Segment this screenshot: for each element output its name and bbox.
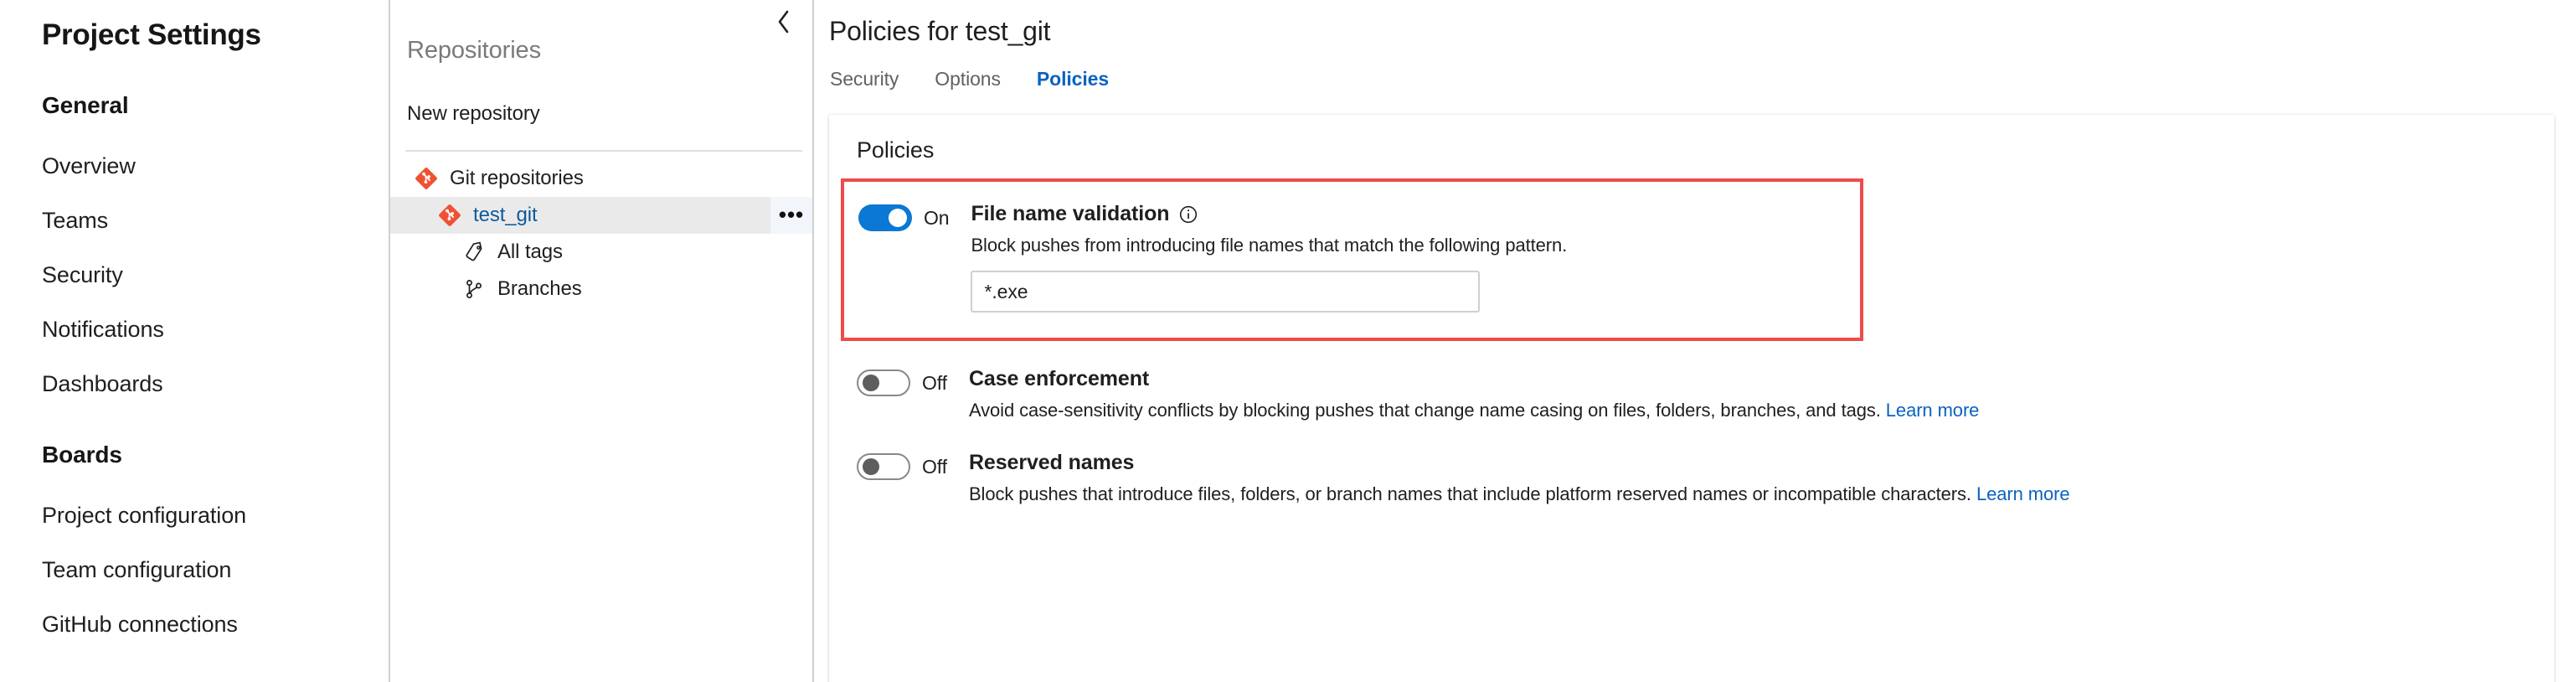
tree-item-all-tags[interactable]: All tags xyxy=(390,234,812,271)
toggle-file-name-validation[interactable] xyxy=(858,204,912,232)
tree-item-branches[interactable]: Branches xyxy=(390,271,812,307)
policy-row-case-enforcement: Off Case enforcement Avoid case-sensitivit… xyxy=(829,341,2554,425)
repositories-panel: Repositories New repository Git reposito… xyxy=(390,0,814,682)
tree-item-label: Git repositories xyxy=(450,167,584,189)
policy-title: Case enforcement xyxy=(968,367,1150,391)
tag-icon xyxy=(461,240,487,265)
policy-body: File name validation Block pushes from in… xyxy=(971,202,1860,313)
sidebar-item-notifications[interactable]: Notifications xyxy=(0,302,389,357)
main-content: Policies for test_git Security Options Pol… xyxy=(814,0,2576,682)
repository-tree: Git repositories test_git ••• All tags Branc… xyxy=(390,160,812,307)
sidebar-item-security[interactable]: Security xyxy=(0,248,389,302)
toggle-knob xyxy=(863,458,879,476)
toggle-wrap: Off xyxy=(857,367,947,397)
sidebar-item-dashboards[interactable]: Dashboards xyxy=(0,357,389,411)
tab-options[interactable]: Options xyxy=(935,68,1001,94)
tab-security[interactable]: Security xyxy=(830,68,899,94)
policy-title-line: Case enforcement xyxy=(969,367,2554,391)
toggle-case-enforcement[interactable] xyxy=(857,369,910,397)
sidebar-item-github-connections[interactable]: GitHub connections xyxy=(0,597,389,652)
policy-title: File name validation xyxy=(971,202,1170,226)
sidebar-item-overview[interactable]: Overview xyxy=(0,139,389,194)
policy-description-text: Avoid case-sensitivity conflicts by bloc… xyxy=(968,400,1881,421)
tree-item-label: All tags xyxy=(497,240,563,263)
policy-description: Block pushes from introducing file names… xyxy=(971,235,1860,256)
chevron-left-icon[interactable] xyxy=(769,8,797,36)
sidebar-item-project-configuration[interactable]: Project configuration xyxy=(0,488,389,543)
more-actions-icon[interactable]: ••• xyxy=(770,197,812,234)
sidebar-item-team-configuration[interactable]: Team configuration xyxy=(0,543,389,597)
policy-body: Reserved names Block pushes that introduc… xyxy=(969,451,2554,505)
toggle-reserved-names[interactable] xyxy=(857,453,910,481)
policy-description: Avoid case-sensitivity conflicts by bloc… xyxy=(969,400,2554,421)
git-repository-icon xyxy=(437,203,462,228)
learn-more-link[interactable]: Learn more xyxy=(1886,400,1980,421)
info-circle-icon[interactable] xyxy=(1177,204,1199,225)
toggle-state-label: Off xyxy=(922,455,947,478)
new-repository-button[interactable]: New repository xyxy=(390,96,812,132)
sidebar-group: Boards Project configuration Team configur… xyxy=(0,442,389,652)
page-title: Project Settings xyxy=(42,18,261,51)
policy-title: Reserved names xyxy=(968,451,1135,475)
toggle-knob xyxy=(889,209,907,228)
policy-row-file-name-validation: On File name validation Block pushes from … xyxy=(841,178,1863,342)
learn-more-link[interactable]: Learn more xyxy=(1976,483,2070,504)
policy-list: On File name validation Block pushes from … xyxy=(829,178,2554,509)
policy-description-text: Block pushes that introduce files, folde… xyxy=(968,483,1971,505)
sidebar-nav: General Overview Teams Security Notification… xyxy=(0,92,389,652)
project-settings-sidebar: Project Settings General Overview Teams Sec… xyxy=(0,0,390,682)
sidebar-group-header-boards: Boards xyxy=(42,442,122,468)
policy-body: Case enforcement Avoid case-sensitivity c… xyxy=(969,367,2554,421)
toggle-state-label: On xyxy=(924,206,950,229)
divider xyxy=(405,150,802,152)
policy-row-reserved-names: Off Reserved names Block pushes that intro… xyxy=(829,425,2554,509)
sidebar-group-header-general: General xyxy=(42,92,129,119)
policies-card: Policies On File name validation Block pus… xyxy=(829,115,2554,682)
toggle-state-label: Off xyxy=(922,371,947,394)
tree-item-label: Branches xyxy=(497,277,582,300)
policy-title-line: Reserved names xyxy=(969,451,2554,475)
tree-item-test_git[interactable]: test_git ••• xyxy=(390,197,812,234)
tree-item-git-repositories[interactable]: Git repositories xyxy=(390,160,812,197)
policy-description-text: Block pushes from introducing file names… xyxy=(971,235,1568,256)
tree-item-label: test_git xyxy=(473,204,538,226)
tab-bar: Security Options Policies xyxy=(829,68,2576,94)
policy-description: Block pushes that introduce files, folde… xyxy=(969,483,2554,505)
toggle-wrap: On xyxy=(858,202,950,232)
git-repository-icon xyxy=(414,166,439,191)
main-page-title: Policies for test_git xyxy=(829,16,1051,46)
repositories-panel-title: Repositories xyxy=(407,37,541,64)
app-root: Project Settings General Overview Teams Sec… xyxy=(0,0,2576,682)
policy-title-line: File name validation xyxy=(971,202,1860,226)
file-name-pattern-input[interactable] xyxy=(971,271,1481,313)
toggle-knob xyxy=(863,375,879,392)
tab-policies[interactable]: Policies xyxy=(1037,68,1109,94)
branch-icon xyxy=(461,276,487,302)
policies-card-heading: Policies xyxy=(857,137,935,163)
sidebar-group: General Overview Teams Security Notification… xyxy=(0,92,389,411)
toggle-wrap: Off xyxy=(857,451,947,481)
sidebar-item-teams[interactable]: Teams xyxy=(0,194,389,248)
